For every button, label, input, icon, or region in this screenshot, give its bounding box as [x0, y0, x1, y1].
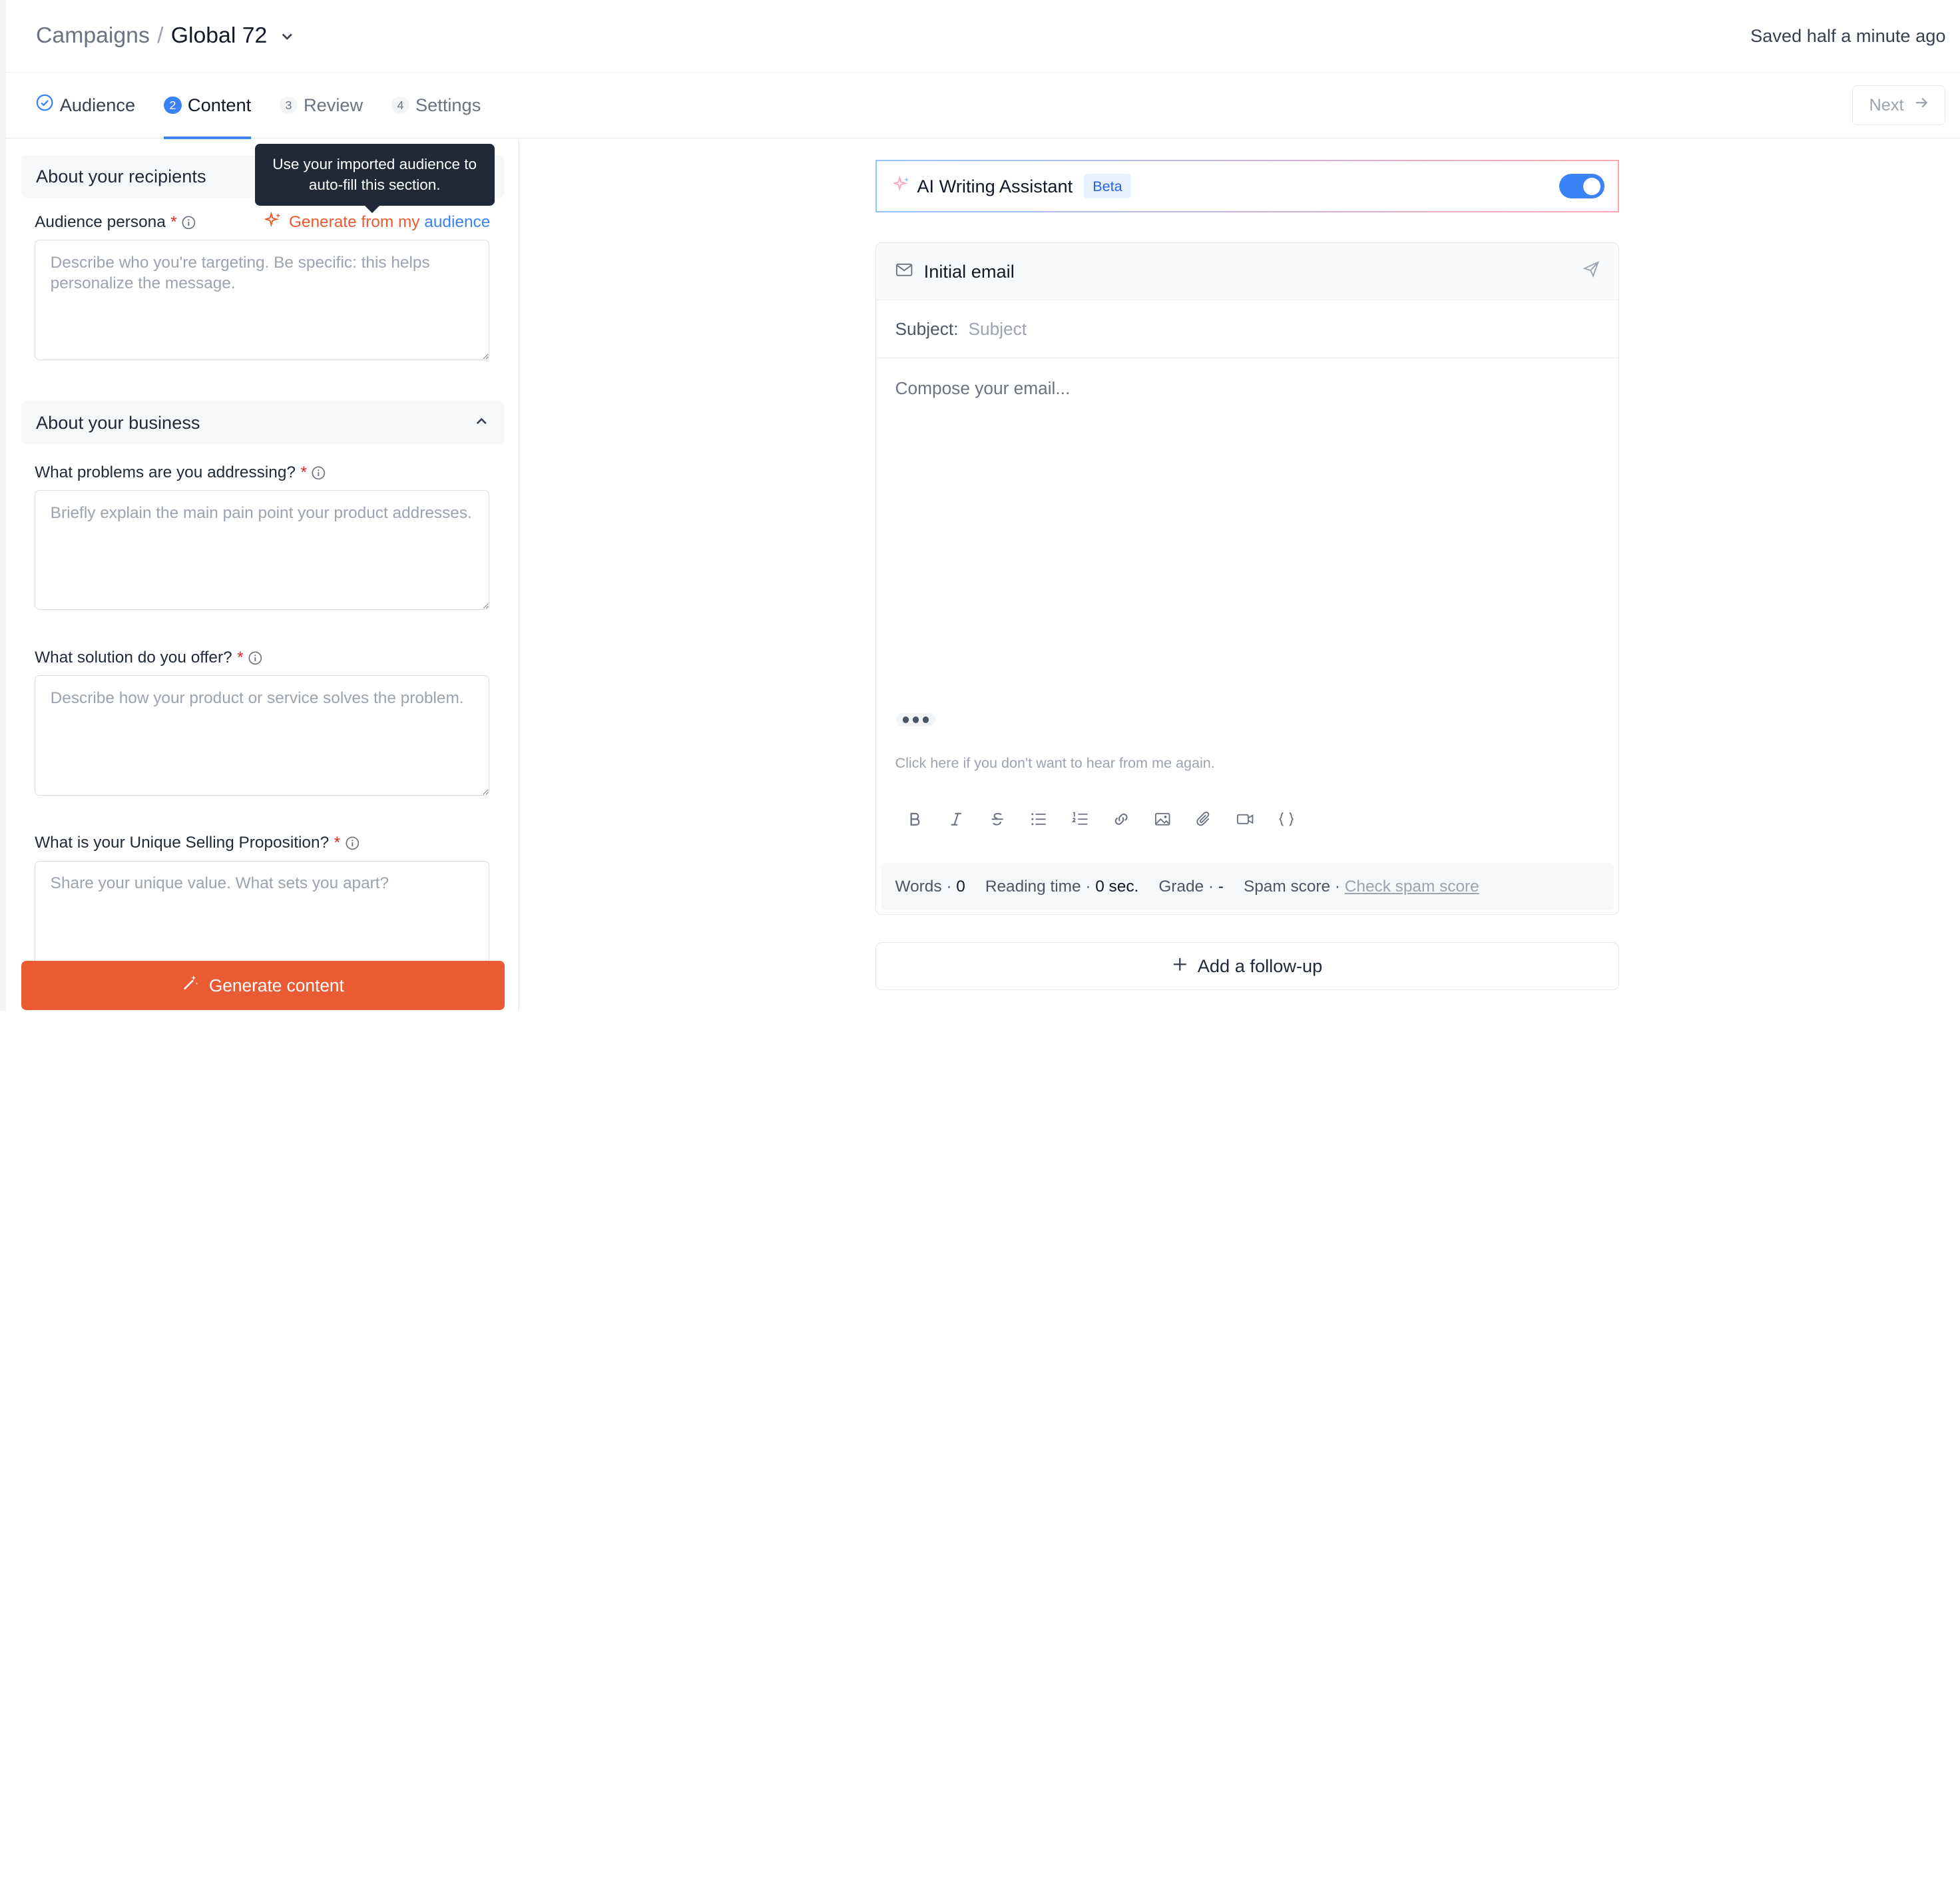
saved-status: Saved half a minute ago [1750, 25, 1946, 46]
tab-settings-label: Settings [415, 95, 481, 116]
add-follow-up-button[interactable]: Add a follow-up [875, 942, 1620, 990]
send-test-icon[interactable] [1582, 260, 1600, 282]
required-asterisk: * [300, 463, 307, 481]
generate-from-audience-link[interactable]: Generate from my audience [263, 211, 491, 232]
next-button-label: Next [1869, 95, 1904, 115]
strikethrough-icon[interactable] [985, 807, 1011, 832]
video-icon[interactable] [1232, 807, 1258, 832]
ai-assistant-toggle[interactable] [1559, 173, 1604, 199]
italic-icon[interactable] [944, 807, 969, 832]
spam-score: Spam score · Check spam score [1243, 877, 1479, 896]
chevron-up-icon[interactable] [474, 412, 489, 433]
tab-content-label: Content [187, 95, 252, 116]
autofill-tooltip: Use your imported audience to auto-fill … [254, 143, 495, 213]
beta-badge: Beta [1084, 174, 1131, 199]
generate-link-text: Generate from my [288, 213, 425, 232]
solution-label-text: What solution do you offer? [35, 649, 232, 667]
solution-field: What solution do you offer? * [21, 645, 504, 800]
business-section-title: About your business [36, 411, 200, 433]
usp-label-text: What is your Unique Selling Proposition? [35, 834, 330, 852]
next-button[interactable]: Next [1852, 85, 1946, 126]
format-toolbar [876, 807, 1618, 832]
persona-field: Audience persona * Generate from my audi… [21, 210, 504, 365]
more-options-icon[interactable] [896, 712, 935, 727]
attachment-icon[interactable] [1191, 807, 1216, 832]
subject-row: Subject: [876, 300, 1619, 358]
top-bar: Campaigns / Global 72 Saved half a minut… [6, 0, 1960, 73]
tab-audience[interactable]: Audience [36, 73, 135, 138]
problems-field: What problems are you addressing? * [21, 460, 504, 615]
tab-content-number: 2 [164, 96, 182, 115]
tab-settings-number: 4 [391, 96, 409, 115]
email-card-header: Initial email [876, 243, 1619, 301]
variables-icon[interactable] [1274, 807, 1299, 832]
initial-email-card: Initial email Subject: Compose your emai… [875, 242, 1620, 915]
tab-settings[interactable]: 4 Settings [391, 73, 481, 138]
link-icon[interactable] [1108, 807, 1134, 832]
problems-label: What problems are you addressing? * [35, 463, 326, 482]
info-icon[interactable] [248, 651, 262, 665]
mail-icon [895, 261, 913, 282]
email-title: Initial email [923, 260, 1015, 282]
ai-assistant-title: AI Writing Assistant [917, 175, 1073, 196]
business-section-header[interactable]: About your business [21, 401, 504, 444]
persona-textarea[interactable] [35, 240, 490, 360]
sparkles-icon [263, 211, 281, 232]
add-follow-up-label: Add a follow-up [1197, 955, 1323, 976]
bold-icon[interactable] [903, 807, 928, 832]
word-count: Words · 0 [895, 877, 965, 896]
recipients-section-title: About your recipients [36, 165, 206, 186]
required-asterisk: * [170, 213, 177, 232]
arrow-right-icon [1914, 95, 1929, 115]
sparkles-icon [891, 175, 909, 197]
app-window: Campaigns / Global 72 Saved half a minut… [0, 0, 1960, 1011]
email-editor-panel: AI Writing Assistant Beta Initial email … [519, 140, 1959, 1011]
plus-icon [1172, 955, 1188, 977]
generate-content-button[interactable]: Generate content [21, 961, 505, 1010]
persona-label-text: Audience persona [35, 213, 166, 232]
subject-label: Subject: [895, 318, 959, 339]
solution-textarea[interactable] [35, 675, 490, 796]
problems-textarea[interactable] [35, 490, 490, 611]
info-icon[interactable] [182, 216, 196, 230]
check-spam-score-link[interactable]: Check spam score [1345, 878, 1479, 896]
solution-label: What solution do you offer? * [35, 649, 262, 667]
chevron-down-icon[interactable] [280, 29, 295, 44]
email-body-editor[interactable]: Compose your email... [876, 358, 1618, 683]
required-asterisk: * [334, 834, 341, 852]
generate-content-label: Generate content [208, 975, 344, 995]
breadcrumb-campaigns[interactable]: Campaigns [36, 23, 150, 49]
required-asterisk: * [237, 649, 244, 667]
unsubscribe-footer: Click here if you don't want to hear fro… [895, 754, 1215, 772]
ai-writing-assistant-bar: AI Writing Assistant Beta [875, 160, 1620, 213]
image-icon[interactable] [1150, 807, 1175, 832]
breadcrumb-separator: / [157, 23, 164, 49]
breadcrumb: Campaigns / Global 72 [36, 23, 295, 49]
subject-input[interactable] [968, 318, 1600, 340]
usp-label: What is your Unique Selling Proposition?… [35, 834, 359, 852]
tab-review[interactable]: 3 Review [280, 73, 363, 138]
magic-wand-icon [182, 974, 199, 996]
info-icon[interactable] [312, 466, 326, 480]
grade: Grade · - [1158, 877, 1224, 896]
check-circle-icon [36, 94, 53, 116]
reading-time: Reading time · 0 sec. [985, 877, 1139, 896]
problems-label-text: What problems are you addressing? [35, 463, 296, 481]
persona-label: Audience persona * [35, 213, 196, 232]
tab-review-number: 3 [280, 96, 298, 115]
steps-bar: Audience 2 Content 3 Review 4 Settings N… [6, 73, 1960, 140]
numbered-list-icon[interactable] [1067, 807, 1093, 832]
generate-link-audience: audience [424, 213, 491, 232]
campaign-name[interactable]: Global 72 [171, 23, 268, 49]
bullet-list-icon[interactable] [1027, 807, 1052, 832]
tab-audience-label: Audience [59, 95, 136, 116]
tab-content[interactable]: 2 Content [164, 73, 252, 140]
info-icon[interactable] [346, 836, 360, 850]
tab-review-label: Review [304, 95, 364, 116]
email-stats-bar: Words · 0 Reading time · 0 sec. Grade · … [881, 863, 1614, 911]
content-form-panel[interactable]: About your recipients Use your imported … [6, 140, 520, 1011]
